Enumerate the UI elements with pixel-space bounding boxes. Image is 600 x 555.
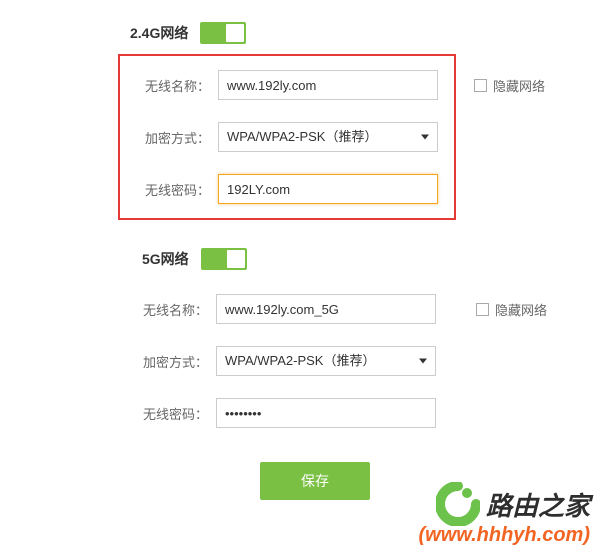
highlight-box-24g: 无线名称： 隐藏网络 加密方式： WPA/WPA2-PSK（推荐） 无线密码：: [118, 54, 456, 220]
row-24g-pwd: 无线密码：: [130, 174, 444, 204]
section-title-5g: 5G网络: [142, 249, 189, 269]
hide-label-5g: 隐藏网络: [495, 300, 547, 319]
ssid-label-24g: 无线名称：: [130, 76, 210, 95]
section-header-24g: 2.4G网络: [130, 22, 600, 44]
hide-network-wrap-5g[interactable]: 隐藏网络: [476, 300, 547, 319]
row-5g-pwd: 无线密码：: [128, 398, 446, 428]
pwd-label-24g: 无线密码：: [130, 180, 210, 199]
hide-checkbox-24g[interactable]: [474, 79, 487, 92]
hide-checkbox-5g[interactable]: [476, 303, 489, 316]
row-5g-enc: 加密方式： WPA/WPA2-PSK（推荐）: [128, 346, 446, 376]
pwd-input-5g[interactable]: [216, 398, 436, 428]
watermark: 路由之家 (www.hhhyh.com): [419, 482, 590, 547]
row-24g-ssid: 无线名称： 隐藏网络: [130, 70, 444, 100]
hide-network-wrap-24g[interactable]: 隐藏网络: [474, 76, 545, 95]
form-5g: 无线名称： 隐藏网络 加密方式： WPA/WPA2-PSK（推荐） 无线密码：: [118, 280, 456, 442]
pwd-label-5g: 无线密码：: [128, 404, 208, 423]
enc-label-24g: 加密方式：: [130, 128, 210, 147]
ssid-label-5g: 无线名称：: [128, 300, 208, 319]
watermark-url: (www.hhhyh.com): [419, 524, 590, 547]
enc-select-5g[interactable]: WPA/WPA2-PSK（推荐）: [216, 346, 436, 376]
toggle-5g[interactable]: [201, 248, 247, 270]
pwd-input-24g[interactable]: [218, 174, 438, 204]
section-header-5g: 5G网络: [130, 248, 600, 270]
row-24g-enc: 加密方式： WPA/WPA2-PSK（推荐）: [130, 122, 444, 152]
toggle-knob: [227, 250, 245, 268]
section-title-24g: 2.4G网络: [130, 23, 188, 43]
toggle-24g[interactable]: [200, 22, 246, 44]
ssid-input-5g[interactable]: [216, 294, 436, 324]
hide-label-24g: 隐藏网络: [493, 76, 545, 95]
toggle-knob: [226, 24, 244, 42]
ssid-input-24g[interactable]: [218, 70, 438, 100]
chevron-down-icon: [421, 135, 429, 140]
enc-label-5g: 加密方式：: [128, 352, 208, 371]
save-button[interactable]: 保存: [260, 462, 370, 500]
watermark-brand: 路由之家: [486, 486, 590, 523]
watermark-top: 路由之家: [436, 482, 590, 526]
router-home-logo-icon: [436, 482, 480, 526]
row-5g-ssid: 无线名称： 隐藏网络: [128, 294, 446, 324]
enc-select-24g[interactable]: WPA/WPA2-PSK（推荐）: [218, 122, 438, 152]
enc-value-24g: WPA/WPA2-PSK（推荐）: [219, 123, 437, 151]
enc-value-5g: WPA/WPA2-PSK（推荐）: [217, 347, 435, 375]
chevron-down-icon: [419, 359, 427, 364]
